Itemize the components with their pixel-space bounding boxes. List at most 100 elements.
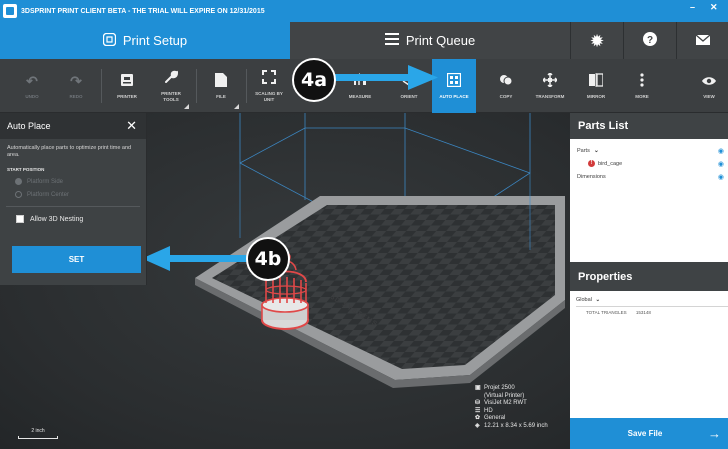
title-bar: 3DSPRINT PRINT CLIENT BETA - THE TRIAL W…: [0, 0, 728, 22]
warning-icon: !: [588, 160, 595, 167]
build-platform: [195, 196, 565, 388]
copy-button[interactable]: COPY: [486, 59, 526, 113]
part-name: bird_cage: [598, 160, 623, 167]
auto-place-header: Auto Place ✕: [0, 113, 146, 139]
allow-3d-nesting-label: Allow 3D Nesting: [30, 215, 84, 223]
radio-selected-icon: [15, 178, 22, 185]
view-label: VIEW: [703, 93, 715, 99]
printer-label: PRINTER: [117, 93, 137, 99]
printer-info: ▣ Projet 2500 (Virtual Printer) ⛁ VisiJet …: [475, 385, 570, 430]
scale-label: 2 inch: [31, 428, 45, 434]
tab-print-setup-label: Print Setup: [122, 33, 188, 48]
eye-icon[interactable]: ◉: [718, 173, 724, 181]
undo-label: UNDO: [25, 93, 39, 99]
parts-list-title: Parts List: [570, 113, 728, 139]
redo-icon: ↷: [70, 72, 82, 89]
start-position-label: START POSITION: [7, 167, 45, 172]
tab-print-queue-label: Print Queue: [405, 33, 476, 48]
scale-icon: [262, 70, 276, 88]
parts-list-panel: Parts List Parts ⌄ ◉ ! bird_cage ◉ Dimen…: [570, 113, 728, 262]
printer-note: (Virtual Printer): [484, 392, 525, 399]
properties-panel: Properties Global ⌄ TOTAL TRIANGLES 1531…: [570, 262, 728, 418]
callout-badge-4b: 4b: [246, 237, 290, 281]
profile-icon: ✿: [475, 415, 481, 421]
transform-label: TRANSFORM: [535, 93, 565, 99]
printer-button[interactable]: PRINTER: [106, 59, 148, 113]
printer-name: Projet 2500: [484, 385, 515, 391]
eye-icon[interactable]: ◉: [718, 147, 724, 155]
redo-button[interactable]: ↷ REDO: [56, 59, 96, 113]
printer-setup-icon: [102, 32, 116, 49]
chevron-down-icon: ⌄: [593, 148, 599, 154]
undo-button[interactable]: ↶ UNDO: [12, 59, 52, 113]
toolbar-divider: [246, 69, 247, 103]
eye-icon: [702, 73, 716, 91]
copy-icon: [499, 73, 513, 91]
file-icon: [215, 72, 227, 91]
mirror-button[interactable]: MIRROR: [576, 59, 616, 113]
file-button[interactable]: FILE: [200, 59, 242, 113]
printer-icon: [120, 73, 134, 91]
view-button[interactable]: VIEW: [690, 59, 728, 113]
save-file-label: Save File: [627, 429, 663, 438]
scaling-by-unit-button[interactable]: SCALING BY UNIT: [248, 59, 290, 113]
auto-place-title: Auto Place: [7, 121, 51, 131]
parts-label: Parts: [577, 147, 590, 154]
allow-3d-nesting-checkbox[interactable]: Allow 3D Nesting: [0, 207, 146, 223]
tab-bar: Print Setup Print Queue ✹ ?: [0, 22, 728, 59]
tab-print-setup[interactable]: Print Setup: [0, 22, 290, 59]
app-window: 3DSPRINT PRINT CLIENT BETA - THE TRIAL W…: [0, 0, 728, 449]
svg-text:?: ?: [647, 35, 653, 46]
arrow-right-icon: →: [708, 426, 721, 441]
close-window-button[interactable]: ✕: [710, 2, 718, 13]
material-name: VisiJet M2 RWT: [484, 400, 527, 406]
checkbox-icon: [16, 215, 24, 223]
more-label: MORE: [635, 93, 649, 99]
more-icon: [640, 73, 644, 91]
set-button[interactable]: SET: [12, 246, 141, 273]
scaling-by-unit-label: SCALING BY UNIT: [255, 91, 283, 102]
help-icon: ?: [643, 31, 657, 50]
build-volume-icon: ◈: [475, 422, 480, 429]
printer-tools-button[interactable]: PRINTER TOOLS: [150, 59, 192, 113]
tab-print-queue[interactable]: Print Queue: [290, 22, 570, 59]
properties-scope[interactable]: Global ⌄: [570, 291, 728, 303]
minimize-button[interactable]: –: [690, 2, 695, 12]
transform-button[interactable]: TRANSFORM: [528, 59, 572, 113]
help-button[interactable]: ?: [623, 22, 676, 59]
app-logo-icon: [3, 4, 17, 18]
print-mode: HD: [484, 407, 493, 414]
save-file-button[interactable]: Save File →: [570, 418, 728, 449]
mail-icon: [695, 32, 710, 49]
copy-label: COPY: [499, 93, 513, 99]
print-profile: General: [484, 415, 506, 421]
dimensions-node[interactable]: Dimensions ◉: [570, 170, 728, 183]
radio-unselected-icon: [15, 191, 22, 198]
mode-icon: ☰: [475, 407, 481, 414]
total-triangles-row: TOTAL TRIANGLES 153148: [570, 307, 728, 315]
build-volume: 12.21 x 8.34 x 5.69 inch: [484, 422, 548, 429]
submenu-indicator-icon: [234, 104, 239, 109]
file-label: FILE: [216, 93, 226, 99]
close-icon[interactable]: ✕: [126, 118, 137, 134]
radio-platform-side[interactable]: Platform Side: [0, 172, 146, 185]
settings-button[interactable]: ✹: [570, 22, 623, 59]
auto-place-label: AUTO PLACE: [439, 93, 469, 99]
wrench-icon: [164, 70, 179, 88]
more-button[interactable]: MORE: [620, 59, 664, 113]
properties-scope-label: Global: [576, 297, 592, 303]
printer-icon: ▣: [475, 385, 481, 391]
eye-icon[interactable]: ◉: [718, 160, 724, 168]
radio-platform-side-label: Platform Side: [27, 178, 64, 185]
part-item-bird-cage[interactable]: ! bird_cage ◉: [570, 157, 728, 170]
messages-button[interactable]: [676, 22, 728, 59]
callout-badge-4a: 4a: [292, 58, 336, 102]
parts-tree-node[interactable]: Parts ⌄ ◉: [570, 144, 728, 157]
list-icon: [384, 33, 399, 48]
radio-platform-center-label: Platform Center: [27, 191, 70, 198]
toolbar-divider: [101, 69, 102, 103]
radio-platform-center[interactable]: Platform Center: [0, 185, 146, 198]
orient-label: ORIENT: [400, 93, 418, 99]
dimensions-label: Dimensions: [577, 173, 606, 180]
gear-icon: ✹: [590, 32, 604, 50]
